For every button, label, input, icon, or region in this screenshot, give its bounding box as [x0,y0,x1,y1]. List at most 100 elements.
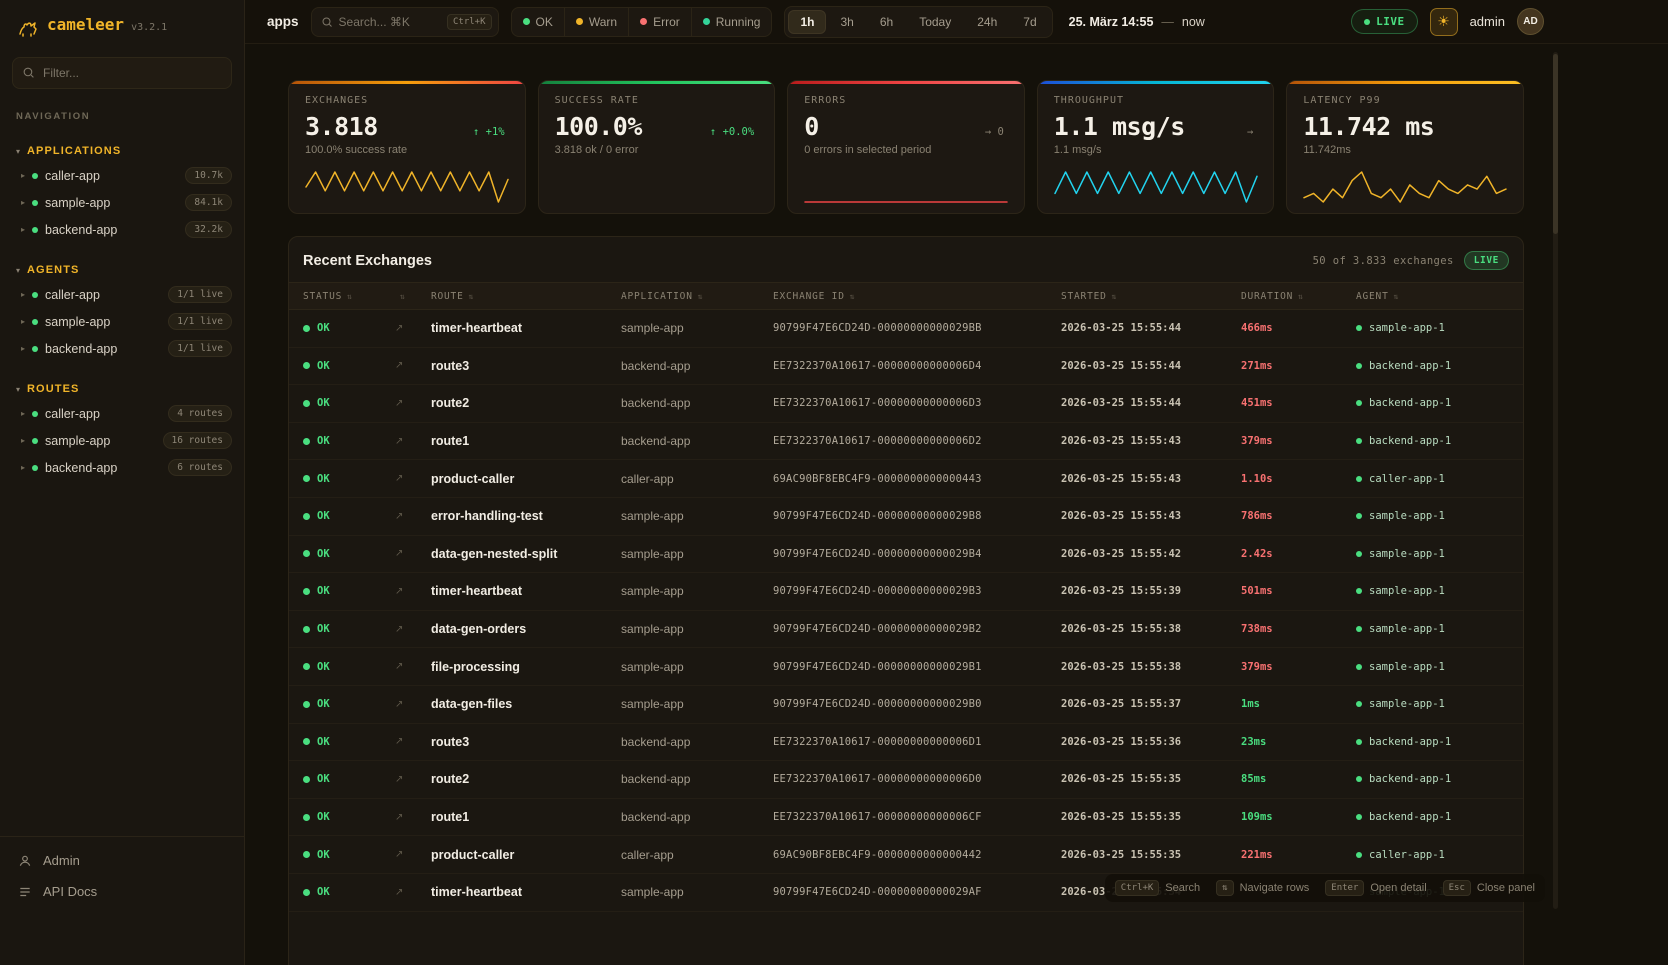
table-row[interactable]: OK ↗ route2 backend-app EE7322370A10617-… [289,761,1523,799]
open-route-icon[interactable]: ↗ [395,699,431,710]
time-range-button[interactable]: 24h [965,10,1009,34]
table-row[interactable]: OK ↗ data-gen-orders sample-app 90799F47… [289,611,1523,649]
open-route-icon[interactable]: ↗ [395,887,431,898]
table-row[interactable]: OK ↗ route1 backend-app EE7322370A10617-… [289,799,1523,837]
theme-toggle-button[interactable]: ☀ [1430,8,1458,36]
exchange-id-cell: 90799F47E6CD24D-00000000000029B4 [773,548,1061,560]
table-row[interactable]: OK ↗ error-handling-test sample-app 9079… [289,498,1523,536]
status-filter-label: Error [653,15,680,29]
table-row[interactable]: OK ↗ file-processing sample-app 90799F47… [289,648,1523,686]
chevron-down-icon: ▾ [16,266,20,275]
open-route-icon[interactable]: ↗ [395,548,431,559]
open-route-icon[interactable]: ↗ [395,473,431,484]
table-row[interactable]: OK ↗ data-gen-nested-split sample-app 90… [289,536,1523,574]
applications-list: ▸ caller-app 10.7k ▸ sample-app 84.1k ▸ … [0,162,244,243]
column-header[interactable]: STARTED ⇅ [1061,291,1241,302]
sidebar-item-badge: 1/1 live [168,340,232,357]
application-cell: sample-app [621,584,773,598]
sidebar-item-route[interactable]: ▸ sample-app 16 routes [0,427,244,454]
status-cell: OK [303,698,395,710]
status-dot [640,18,647,25]
sidebar-item-admin[interactable]: Admin [0,845,244,876]
stat-subtext: 1.1 msg/s [1054,144,1258,156]
avatar[interactable]: AD [1517,8,1544,35]
scrollbar-thumb[interactable] [1553,54,1558,234]
column-header[interactable]: APPLICATION ⇅ [621,291,773,302]
open-route-icon[interactable]: ↗ [395,511,431,522]
status-dot [303,814,310,821]
table-row[interactable]: OK ↗ route3 backend-app EE7322370A10617-… [289,348,1523,386]
sidebar-item-agent[interactable]: ▸ sample-app 1/1 live [0,308,244,335]
context-label: apps [267,14,299,29]
status-filter-chip[interactable]: Error [629,8,692,36]
open-route-icon[interactable]: ↗ [395,774,431,785]
table-row[interactable]: OK ↗ route3 backend-app EE7322370A10617-… [289,724,1523,762]
table-row[interactable]: OK ↗ route1 backend-app EE7322370A10617-… [289,423,1523,461]
open-route-icon[interactable]: ↗ [395,398,431,409]
open-route-icon[interactable]: ↗ [395,436,431,447]
sidebar-section-routes[interactable]: ▾ ROUTES [0,374,244,400]
status-dot [32,173,38,179]
scrollbar[interactable] [1553,52,1558,909]
sidebar-item-badge: 16 routes [163,432,232,449]
sidebar-item-api-docs[interactable]: API Docs [0,876,244,907]
status-dot [303,513,310,520]
stat-card-body: EXCHANGES 3.818 ↑ +1% 100.0% success rat… [289,84,525,156]
open-route-icon[interactable]: ↗ [395,849,431,860]
topbar: apps Search... ⌘K Ctrl+K OK [245,0,1668,44]
live-badge: LIVE [1464,251,1509,270]
duration-cell: 1.10s [1241,473,1356,485]
open-route-icon[interactable]: ↗ [395,586,431,597]
sidebar-item-route[interactable]: ▸ caller-app 4 routes [0,400,244,427]
status-filter-chip[interactable]: Warn [565,8,629,36]
table-row[interactable]: OK ↗ product-caller caller-app 69AC90BF8… [289,460,1523,498]
column-header[interactable]: ⇅ [395,292,431,301]
open-route-icon[interactable]: ↗ [395,736,431,747]
range-end: now [1182,15,1205,29]
sidebar-section-agents[interactable]: ▾ AGENTS [0,255,244,281]
time-range-button[interactable]: 7d [1011,10,1048,34]
content: EXCHANGES 3.818 ↑ +1% 100.0% success rat… [245,44,1668,965]
column-label: STATUS [303,291,342,302]
status-filter-chip[interactable]: OK [512,8,565,36]
duration-cell: 23ms [1241,736,1356,748]
time-range-button[interactable]: 3h [828,10,865,34]
time-range-button[interactable]: 6h [868,10,905,34]
date-range[interactable]: 25. März 14:55 — now [1069,15,1205,29]
table-row[interactable]: OK ↗ timer-heartbeat sample-app 90799F47… [289,310,1523,348]
sidebar-section-applications[interactable]: ▾ APPLICATIONS [0,136,244,162]
column-header[interactable]: AGENT ⇅ [1356,291,1509,302]
open-route-icon[interactable]: ↗ [395,661,431,672]
column-header[interactable]: EXCHANGE ID ⇅ [773,291,1061,302]
open-route-icon[interactable]: ↗ [395,360,431,371]
table-row[interactable]: OK ↗ data-gen-files sample-app 90799F47E… [289,686,1523,724]
time-range-button[interactable]: Today [907,10,963,34]
time-range-button[interactable]: 1h [788,10,826,34]
table-row[interactable]: OK ↗ timer-heartbeat sample-app 90799F47… [289,573,1523,611]
column-header[interactable]: DURATION ⇅ [1241,291,1356,302]
filter-input[interactable] [12,57,232,89]
panel-header: Recent Exchanges 50 of 3.833 exchanges L… [289,237,1523,282]
sidebar-item-agent[interactable]: ▸ backend-app 1/1 live [0,335,244,362]
sidebar-item-application[interactable]: ▸ caller-app 10.7k [0,162,244,189]
column-header[interactable]: ROUTE ⇅ [431,291,621,302]
search-input[interactable]: Search... ⌘K Ctrl+K [311,7,499,37]
live-badge[interactable]: LIVE [1351,9,1418,34]
open-route-icon[interactable]: ↗ [395,812,431,823]
sparkline-chart [555,167,759,205]
duration-cell: 271ms [1241,360,1356,372]
open-route-icon[interactable]: ↗ [395,624,431,635]
sidebar-item-application[interactable]: ▸ backend-app 32.2k [0,216,244,243]
chevron-right-icon: ▸ [21,436,25,445]
table-row[interactable]: OK ↗ route2 backend-app EE7322370A10617-… [289,385,1523,423]
open-route-icon[interactable]: ↗ [395,323,431,334]
status-filter-chip[interactable]: Running [692,8,772,36]
column-header[interactable]: STATUS ⇅ [303,291,395,302]
logo[interactable]: cameleer v3.2.1 [0,0,244,47]
agent-cell: sample-app-1 [1356,510,1509,522]
agent-cell: backend-app-1 [1356,360,1509,372]
table-row[interactable]: OK ↗ product-caller caller-app 69AC90BF8… [289,836,1523,874]
sidebar-item-application[interactable]: ▸ sample-app 84.1k [0,189,244,216]
sidebar-item-route[interactable]: ▸ backend-app 6 routes [0,454,244,481]
sidebar-item-agent[interactable]: ▸ caller-app 1/1 live [0,281,244,308]
